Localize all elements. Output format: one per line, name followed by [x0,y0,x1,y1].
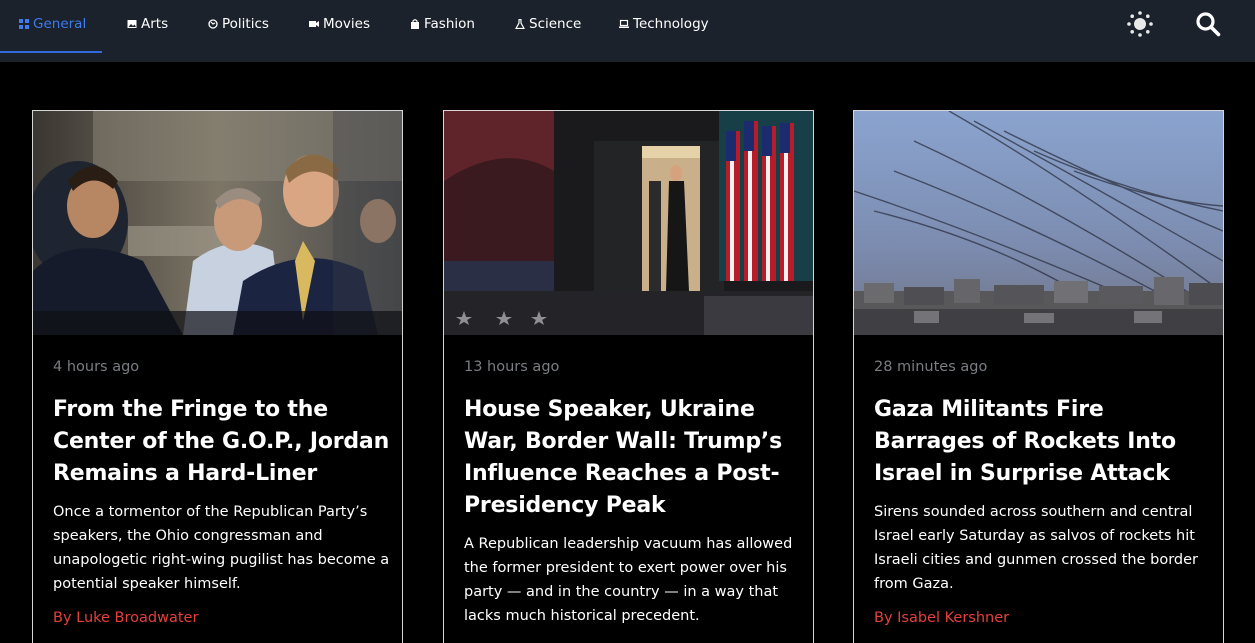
nav-item-technology[interactable]: Technology [619,0,709,47]
image-icon [127,19,137,29]
article-image[interactable] [854,111,1223,335]
nav-item-fashion[interactable]: Fashion [410,0,475,47]
article-timestamp: 4 hours ago [53,359,140,375]
article-description: Once a tormentor of the Republican Party… [53,504,390,592]
grid-icon [19,18,29,29]
article-card[interactable]: 4 hours ago From the Fringe to the Cente… [32,110,403,643]
nav-label: Politics [222,15,269,32]
nav-item-politics[interactable]: Politics [208,0,269,47]
article-title[interactable]: Gaza Militants Fire Barrages of Rockets … [874,394,1212,490]
article-timestamp: 28 minutes ago [874,359,988,375]
nav-label: Fashion [424,15,475,32]
nav-label: Arts [141,15,169,32]
article-description: Sirens sounded across southern and centr… [874,504,1198,592]
article-description: A Republican leadership vacuum has allow… [464,536,793,624]
globe-icon [208,18,218,29]
article-image[interactable] [444,111,813,335]
nav-item-general[interactable]: General [19,0,86,47]
flask-icon [515,18,525,29]
laptop-icon [619,19,629,29]
search-icon [1195,11,1221,41]
nav-item-arts[interactable]: Arts [127,0,168,47]
article-card[interactable]: 28 minutes ago Gaza Militants Fire Barra… [853,110,1224,643]
article-image[interactable] [33,111,402,335]
top-navbar: General Arts Politics Movies Fashion Sci… [0,0,1255,62]
nav-item-movies[interactable]: Movies [309,0,370,47]
article-card[interactable]: 13 hours ago House Speaker, Ukraine War,… [443,110,814,643]
video-camera-icon [309,19,319,29]
theme-toggle-button[interactable] [1124,10,1156,42]
article-title[interactable]: House Speaker, Ukraine War, Border Wall:… [464,394,802,522]
nav-label: Movies [323,15,370,32]
active-tab-indicator [0,51,102,53]
article-timestamp: 13 hours ago [464,359,560,375]
nav-label: Technology [633,15,709,32]
nav-label: Science [529,15,582,32]
nav-item-science[interactable]: Science [515,0,581,47]
nav-label: General [33,15,87,32]
sun-icon [1126,10,1154,42]
article-title[interactable]: From the Fringe to the Center of the G.O… [53,394,391,490]
search-button[interactable] [1192,10,1224,42]
article-author-link[interactable]: By Isabel Kershner [874,610,1009,626]
article-author-link[interactable]: By Luke Broadwater [53,610,198,626]
shopping-bag-icon [410,18,420,29]
